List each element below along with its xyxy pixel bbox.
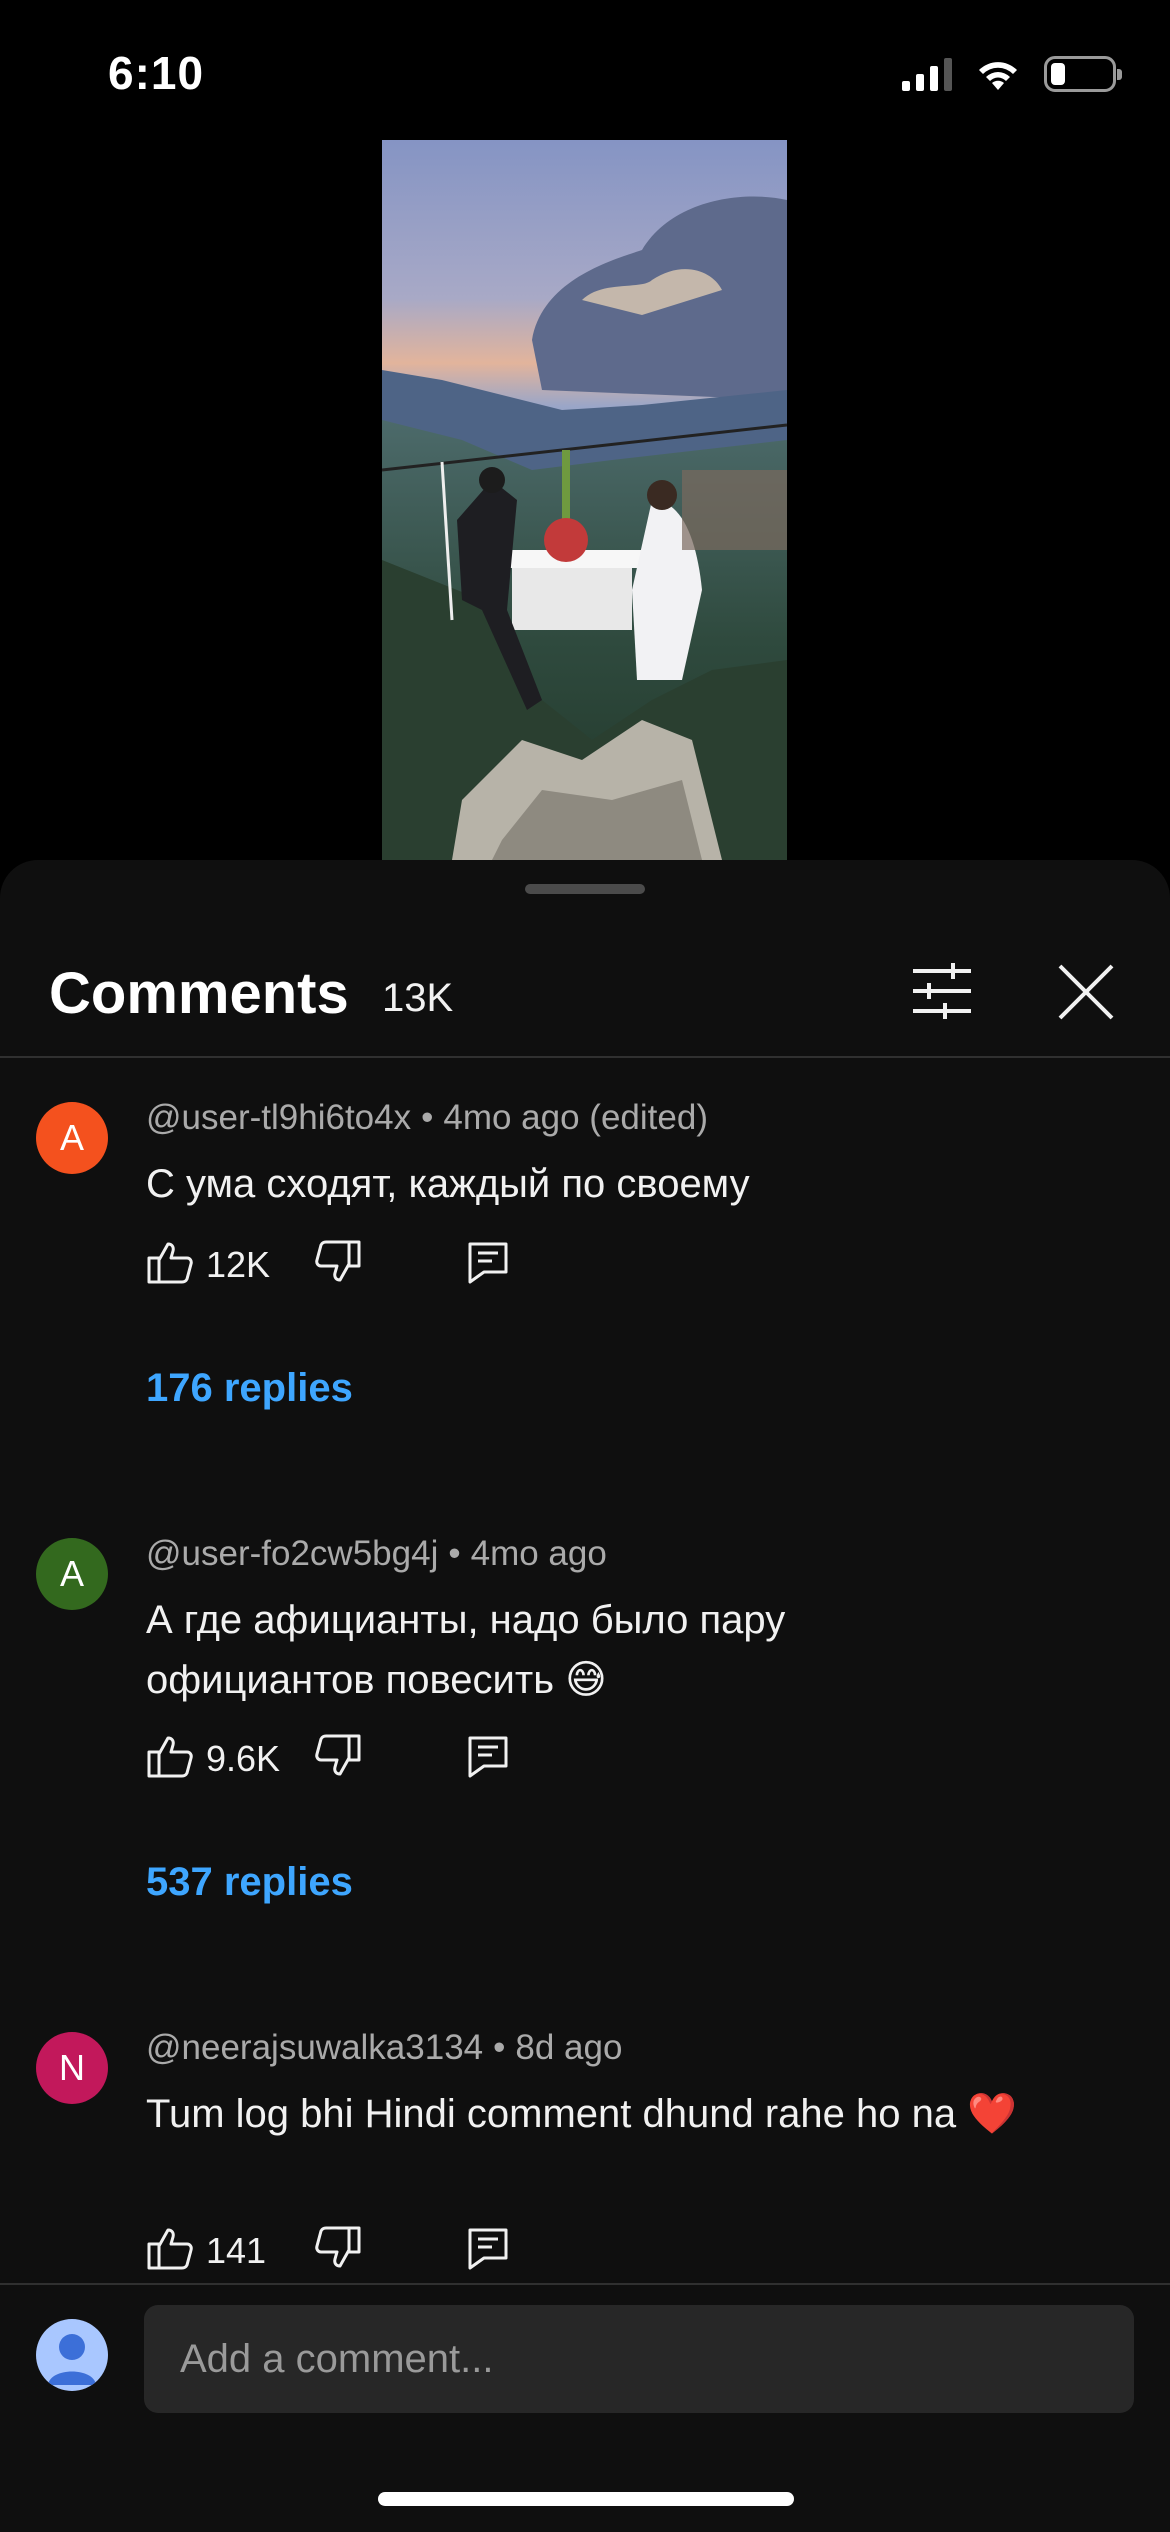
dislike-icon[interactable] <box>314 1732 362 1780</box>
comment-time: 4mo ago <box>470 1534 607 1573</box>
like-icon[interactable] <box>146 2224 194 2272</box>
comments-sheet: Comments 13K A @user-tl9hi6to4x • 4mo ag… <box>0 860 1170 2532</box>
dislike-icon[interactable] <box>314 2224 362 2272</box>
comment-meta: @user-tl9hi6to4x • 4mo ago (edited) <box>146 1098 708 1138</box>
like-count: 141 <box>206 2230 267 2271</box>
avatar[interactable]: N <box>36 2032 108 2104</box>
dislike-icon[interactable] <box>314 1238 362 1286</box>
filter-icon <box>913 963 971 1019</box>
status-icons <box>902 52 1122 96</box>
status-time: 6:10 <box>108 47 205 99</box>
comment-meta: @user-fo2cw5bg4j • 4mo ago <box>146 1534 607 1574</box>
person-icon <box>48 2334 96 2385</box>
sort-filter-button[interactable] <box>905 954 979 1028</box>
comments-header: Comments 13K <box>0 920 1170 1058</box>
comments-title: Comments <box>49 961 349 1026</box>
like-count: 12K <box>206 1244 271 1285</box>
battery-icon <box>1044 56 1122 92</box>
reply-icon[interactable] <box>464 2224 512 2272</box>
comment-item: A @user-tl9hi6to4x • 4mo ago (edited) С ум… <box>0 1098 1170 1498</box>
comment-time: 8d ago <box>515 2028 623 2067</box>
signal-icon <box>902 57 952 91</box>
comment-meta: @neerajsuwalka3134 • 8d ago <box>146 2028 622 2068</box>
avatar[interactable]: A <box>36 1538 108 1610</box>
like-icon[interactable] <box>146 1238 194 1286</box>
video-frame-image <box>382 140 787 860</box>
comment-author[interactable]: @user-tl9hi6to4x <box>146 1098 411 1137</box>
comment-time: 4mo ago (edited) <box>443 1098 708 1137</box>
replies-link[interactable]: 176 replies <box>146 1366 353 1411</box>
replies-link[interactable]: 537 replies <box>146 1860 353 1905</box>
comments-list[interactable]: A @user-tl9hi6to4x • 4mo ago (edited) С ум… <box>0 1060 1170 2283</box>
comments-count: 13K <box>382 976 454 1020</box>
comment-text: С ума сходят, каждый по своему <box>146 1162 750 1206</box>
reply-icon[interactable] <box>464 1732 512 1780</box>
close-icon <box>1058 964 1114 1020</box>
like-icon[interactable] <box>146 1732 194 1780</box>
meta-separator: • <box>448 1534 461 1573</box>
reply-icon[interactable] <box>464 1238 512 1286</box>
comment-item: N @neerajsuwalka3134 • 8d ago Tum log bhi … <box>0 2028 1170 2283</box>
comment-item: A @user-fo2cw5bg4j • 4mo ago А где афициан… <box>0 1534 1170 1974</box>
close-button[interactable] <box>1048 954 1124 1030</box>
user-avatar-icon[interactable] <box>36 2319 108 2391</box>
meta-separator: • <box>493 2028 506 2067</box>
comment-text: А где афицианты, надо было пару официант… <box>146 1598 786 1702</box>
meta-separator: • <box>421 1098 434 1137</box>
home-indicator[interactable] <box>378 2492 794 2506</box>
drag-handle[interactable] <box>525 884 645 894</box>
comment-author[interactable]: @user-fo2cw5bg4j <box>146 1534 438 1573</box>
like-count: 9.6K <box>206 1738 281 1779</box>
status-bar: 6:10 <box>0 0 1170 140</box>
add-comment-input[interactable] <box>144 2305 1134 2413</box>
comment-author[interactable]: @neerajsuwalka3134 <box>146 2028 483 2067</box>
comment-text: Tum log bhi Hindi comment dhund rahe ho … <box>146 2092 1018 2136</box>
avatar[interactable]: A <box>36 1102 108 1174</box>
wifi-icon <box>979 62 1017 90</box>
video-player[interactable] <box>382 140 787 860</box>
